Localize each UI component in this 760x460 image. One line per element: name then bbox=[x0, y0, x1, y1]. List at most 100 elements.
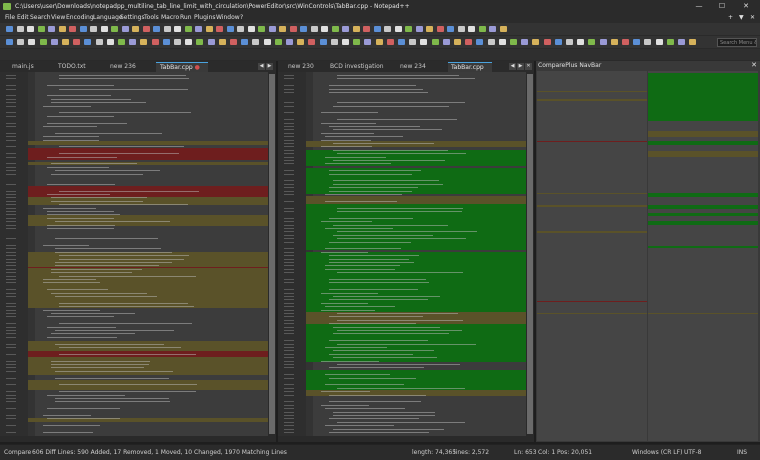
right-editor[interactable] bbox=[278, 72, 534, 436]
search-menu-input[interactable]: Search Menu & C bbox=[717, 38, 757, 47]
toolbar-button-icon[interactable] bbox=[50, 39, 58, 45]
toolbar-button-icon[interactable] bbox=[487, 39, 495, 45]
toolbar-button-icon[interactable] bbox=[111, 26, 118, 32]
toolbar-button-icon[interactable] bbox=[499, 26, 507, 32]
toolbar-button-icon[interactable] bbox=[363, 26, 370, 32]
toolbar-button-icon[interactable] bbox=[599, 39, 607, 45]
toolbar-button-icon[interactable] bbox=[140, 39, 148, 45]
toolbar-button-icon[interactable] bbox=[310, 26, 318, 32]
toolbar-button-icon[interactable] bbox=[622, 39, 629, 45]
close-icon[interactable]: ✕ bbox=[751, 61, 757, 69]
toolbar-button-icon[interactable] bbox=[163, 26, 171, 32]
toolbar-button-icon[interactable] bbox=[436, 26, 444, 32]
menu-macro[interactable]: Macro bbox=[161, 14, 179, 21]
toolbar-button-icon[interactable] bbox=[476, 39, 484, 45]
toolbar-button-icon[interactable] bbox=[17, 39, 25, 45]
toolbar-button-icon[interactable] bbox=[577, 39, 585, 45]
toolbar-button-icon[interactable] bbox=[532, 39, 540, 45]
tab-new-236[interactable]: new 236 bbox=[110, 62, 150, 72]
toolbar-button-icon[interactable] bbox=[431, 39, 439, 45]
toolbar-button-icon[interactable] bbox=[121, 26, 129, 32]
tab-close-icon[interactable]: ✕ bbox=[525, 63, 532, 70]
toolbar-button-icon[interactable] bbox=[207, 39, 215, 45]
toolbar-button-icon[interactable] bbox=[384, 26, 391, 32]
toolbar-button-icon[interactable] bbox=[375, 39, 383, 45]
toolbar-button-icon[interactable] bbox=[319, 39, 327, 45]
toolbar-button-icon[interactable] bbox=[610, 39, 618, 45]
tab-next-icon[interactable]: ▶ bbox=[517, 63, 524, 70]
toolbar-button-icon[interactable] bbox=[132, 26, 139, 32]
toolbar-button-icon[interactable] bbox=[554, 39, 562, 45]
tab-list-icon[interactable]: ▼ bbox=[739, 14, 744, 21]
tab-tabbar-cpp-left[interactable]: TabBar.cpp ● bbox=[156, 62, 208, 72]
toolbar-button-icon[interactable] bbox=[73, 39, 81, 45]
toolbar-button-icon[interactable] bbox=[216, 26, 223, 32]
toolbar-button-icon[interactable] bbox=[196, 39, 204, 45]
tab-bcd-investigation[interactable]: BCD investigation bbox=[330, 62, 390, 72]
toolbar-button-icon[interactable] bbox=[454, 39, 461, 45]
scroll-thumb[interactable] bbox=[269, 74, 275, 434]
toolbar-button-icon[interactable] bbox=[28, 39, 36, 45]
toolbar-button-icon[interactable] bbox=[241, 39, 249, 45]
toolbar-button-icon[interactable] bbox=[689, 39, 697, 45]
toolbar-button-icon[interactable] bbox=[48, 26, 55, 32]
menu-encoding[interactable]: Encoding bbox=[66, 14, 94, 21]
toolbar-button-icon[interactable] bbox=[678, 39, 685, 45]
menu-run[interactable]: Run bbox=[180, 14, 192, 21]
toolbar-button-icon[interactable] bbox=[426, 26, 433, 32]
toolbar-button-icon[interactable] bbox=[129, 39, 137, 45]
toolbar-button-icon[interactable] bbox=[274, 39, 282, 45]
menu-settings[interactable]: Settings bbox=[120, 14, 145, 21]
toolbar-button-icon[interactable] bbox=[205, 26, 213, 32]
minimize-button[interactable]: — bbox=[691, 2, 707, 11]
toolbar-button-icon[interactable] bbox=[308, 39, 316, 45]
toolbar-button-icon[interactable] bbox=[230, 39, 237, 45]
toolbar-button-icon[interactable] bbox=[566, 39, 573, 45]
toolbar-button-icon[interactable] bbox=[331, 26, 339, 32]
toolbar-button-icon[interactable] bbox=[162, 39, 170, 45]
scroll-thumb[interactable] bbox=[527, 74, 533, 434]
toolbar-button-icon[interactable] bbox=[62, 39, 69, 45]
toolbar-button-icon[interactable] bbox=[489, 26, 496, 32]
toolbar-button-icon[interactable] bbox=[151, 39, 159, 45]
close-tab-icon[interactable]: ● bbox=[195, 64, 200, 71]
tab-tabbar-cpp-right[interactable]: TabBar.cpp bbox=[448, 62, 492, 72]
toolbar-button-icon[interactable] bbox=[184, 26, 192, 32]
toolbar-button-icon[interactable] bbox=[666, 39, 674, 45]
vertical-scrollbar[interactable] bbox=[268, 72, 276, 436]
toolbar-button-icon[interactable] bbox=[655, 39, 663, 45]
toolbar-button-icon[interactable] bbox=[69, 26, 76, 32]
toolbar-button-icon[interactable] bbox=[510, 39, 517, 45]
toolbar-button-icon[interactable] bbox=[27, 26, 34, 32]
toolbar-button-icon[interactable] bbox=[405, 26, 412, 32]
toolbar-button-icon[interactable] bbox=[84, 39, 92, 45]
tab-prev-icon[interactable]: ◀ bbox=[509, 63, 516, 70]
toolbar-button-icon[interactable] bbox=[394, 26, 402, 32]
add-tab-icon[interactable]: + bbox=[728, 14, 733, 21]
toolbar-button-icon[interactable] bbox=[321, 26, 328, 32]
toolbar-button-icon[interactable] bbox=[174, 26, 181, 32]
toolbar-button-icon[interactable] bbox=[364, 39, 372, 45]
toolbar-button-icon[interactable] bbox=[330, 39, 338, 45]
toolbar-button-icon[interactable] bbox=[185, 39, 193, 45]
menu-search[interactable]: Search bbox=[30, 14, 51, 21]
toolbar-button-icon[interactable] bbox=[353, 39, 361, 45]
menu-file[interactable]: File bbox=[5, 14, 15, 21]
horizontal-scrollbar[interactable] bbox=[278, 436, 534, 442]
toolbar-button-icon[interactable] bbox=[543, 39, 551, 45]
close-window-button[interactable]: ✕ bbox=[738, 2, 754, 11]
vertical-scrollbar[interactable] bbox=[526, 72, 534, 436]
tab-todo-txt[interactable]: TODO.txt bbox=[58, 62, 102, 72]
toolbar-button-icon[interactable] bbox=[6, 26, 13, 32]
toolbar-button-icon[interactable] bbox=[142, 26, 150, 32]
menu-tools[interactable]: Tools bbox=[144, 14, 159, 21]
toolbar-button-icon[interactable] bbox=[258, 26, 265, 32]
toolbar-button-icon[interactable] bbox=[300, 26, 307, 32]
toolbar-button-icon[interactable] bbox=[252, 39, 260, 45]
toolbar-button-icon[interactable] bbox=[342, 39, 349, 45]
toolbar-button-icon[interactable] bbox=[409, 39, 417, 45]
toolbar-button-icon[interactable] bbox=[478, 26, 486, 32]
tab-new-230[interactable]: new 230 bbox=[288, 62, 322, 72]
code-text-area[interactable] bbox=[313, 72, 526, 436]
menu-help[interactable]: ? bbox=[240, 14, 243, 21]
